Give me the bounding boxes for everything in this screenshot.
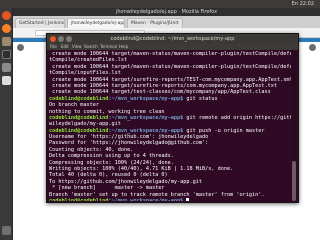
line-text: Total 40 (delta 0), reused 0 (delta 0): [49, 172, 168, 179]
line-text: git remote add origin https://github.com…: [186, 114, 291, 121]
line-text: nothing to commit, working tree clean: [49, 108, 165, 115]
prompt-path: :~/mvn_workspace/my-app$: [108, 197, 184, 201]
prompt-path: :~/mvn_workspace/my-app$: [108, 114, 184, 121]
terminal-menubar: File Edit View Search Terminal Help: [47, 44, 298, 50]
browser-titlebar: jhonwileydelgado/ej.app · Mozilla Firefo…: [13, 8, 320, 16]
prompt-path: :~/mvn_workspace/my-app$: [108, 127, 184, 134]
panel-clock[interactable]: En 22:02: [0, 0, 320, 8]
browser-tab[interactable]: jhonwileydelgado/ej-app: [67, 18, 125, 28]
line-text: On branch master: [49, 102, 99, 109]
menu-file[interactable]: File: [50, 44, 57, 50]
settings-icon[interactable]: [2, 63, 11, 72]
line-text: Writing objects: 100% (40/40), 4.71 KiB …: [49, 166, 234, 173]
line-text: * [new branch] master -> master: [49, 185, 165, 192]
terminal-scrollbar[interactable]: [292, 51, 296, 201]
terminal-icon[interactable]: [2, 50, 11, 59]
line-text: git push -u origin master: [183, 127, 265, 134]
line-text: tCompile/inputFiles.lst: [49, 70, 121, 77]
firefox-icon[interactable]: [2, 24, 11, 33]
trash-icon[interactable]: [2, 226, 11, 235]
menu-search[interactable]: Search: [84, 44, 98, 50]
prompt-user: codeblind@codeblind: [49, 95, 109, 102]
terminal-output[interactable]: create mode 100644 target/maven-status/m…: [49, 51, 291, 201]
terminal-title: codeblind@codeblind: ~/mvn_workspace/my-…: [110, 36, 235, 42]
scrollbar-thumb[interactable]: [292, 161, 296, 201]
line-text: Username for 'https://github.com': jhonw…: [49, 134, 209, 141]
avatar-icon: [309, 44, 316, 51]
line-text: create mode 100644 target/maven-status/m…: [49, 51, 291, 57]
terminal-window[interactable]: codeblind@codeblind: ~/mvn_workspace/my-…: [46, 33, 299, 203]
text-editor-icon[interactable]: [2, 76, 11, 85]
files-icon[interactable]: [2, 37, 11, 46]
line-text: create mode 100644 target/maven-status/m…: [49, 63, 291, 70]
menu-view[interactable]: View: [72, 44, 82, 50]
prompt-user: codeblind@codeblind: [49, 197, 109, 201]
browser-window-title: jhonwileydelgado/ej.app · Mozilla Firefo…: [115, 9, 218, 15]
browser-tab-strip: GetStarted | JenkinsCI jhonwileydelgado/…: [13, 16, 320, 28]
line-text: Delta compression using up to 4 threads.: [49, 153, 174, 160]
line-text: tCompile/createdFiles.lst: [49, 57, 128, 64]
browser-tab[interactable]: Maven · Plugins/JUnit: [127, 18, 183, 28]
ubuntu-search-icon[interactable]: [2, 11, 11, 20]
github-icon: [17, 44, 24, 51]
cursor: [186, 197, 190, 201]
line-text: create mode 100644 target/surefire-repor…: [49, 82, 277, 89]
top-panel: En 22:02: [0, 0, 320, 8]
menu-terminal[interactable]: Terminal: [100, 44, 117, 50]
prompt-user: codeblind@codeblind: [49, 114, 109, 121]
line-text: wileydelgado/my-app.git: [49, 121, 121, 128]
line-text: git status: [183, 95, 218, 102]
menu-help[interactable]: Help: [119, 44, 128, 50]
prompt-user: codeblind@codeblind: [49, 127, 109, 134]
browser-tab[interactable]: GetStarted | JenkinsCI: [15, 18, 65, 28]
line-text: To https://github.com/jhonwileydelgado/m…: [49, 178, 203, 185]
line-text: Branch 'master' set up to track remote b…: [49, 191, 265, 198]
terminal-titlebar[interactable]: codeblind@codeblind: ~/mvn_workspace/my-…: [47, 34, 298, 44]
terminal-line: codeblind@codeblind:~/mvn_workspace/my-a…: [49, 197, 291, 201]
menu-edit[interactable]: Edit: [61, 44, 69, 50]
line-text: Compressing objects: 100% (24/24), done.: [49, 159, 174, 166]
launcher: [0, 8, 13, 240]
line-text: Counting objects: 40, done.: [49, 146, 134, 153]
prompt-path: :~/mvn_workspace/my-app$: [108, 95, 184, 102]
line-text: create mode 100644 target/test-classes/c…: [49, 89, 271, 96]
line-text: create mode 100644 target/surefire-repor…: [49, 76, 291, 83]
line-text: Password for 'https://jhonwileydelgado@g…: [49, 140, 209, 147]
